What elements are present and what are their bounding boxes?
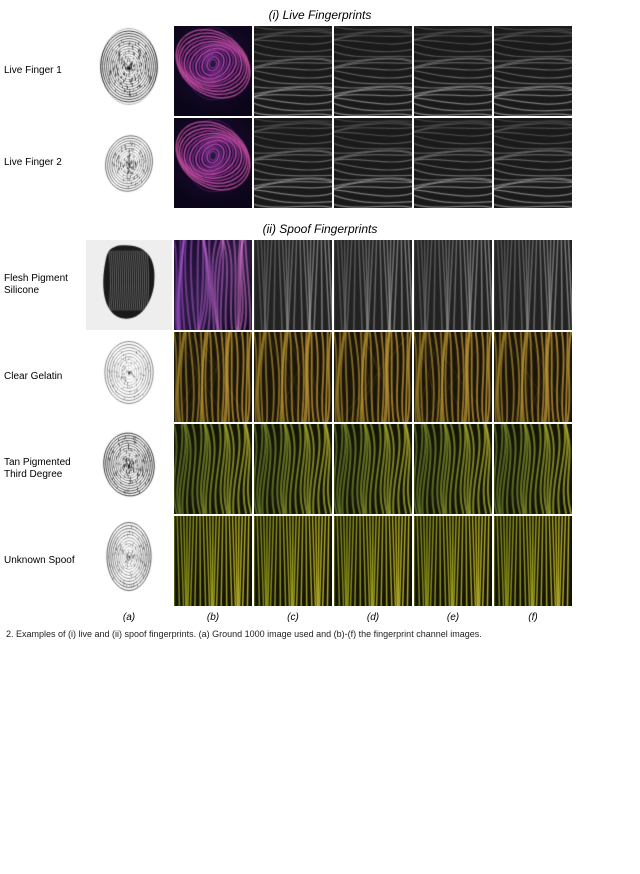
spoof2-cell-e — [414, 332, 492, 422]
live1-cell-a — [86, 26, 172, 116]
spoof4-cell-f — [494, 516, 572, 606]
figure-caption: 2. Examples of (i) live and (ii) spoof f… — [4, 629, 636, 641]
spoof2-cell-d — [334, 332, 412, 422]
live2-cell-b — [174, 118, 252, 208]
spoof-section: (ii) Spoof Fingerprints Flesh Pigment Si… — [4, 222, 636, 606]
spoof3-cell-d — [334, 424, 412, 514]
spoof1-cell-b — [174, 240, 252, 330]
spoof-grid: Flesh Pigment Silicone Clear Gelatin — [4, 240, 636, 606]
live-row-1: Live Finger 1 — [4, 26, 636, 116]
live1-cell-e — [414, 26, 492, 116]
col-label-e: (e) — [414, 612, 492, 623]
spoof1-cell-d — [334, 240, 412, 330]
spoof1-cell-c — [254, 240, 332, 330]
spoof-row-2: Clear Gelatin — [4, 332, 636, 422]
spoof-title: (ii) Spoof Fingerprints — [4, 222, 636, 236]
live2-cell-a — [86, 118, 172, 208]
live-label-2: Live Finger 2 — [4, 157, 84, 169]
live2-cell-e — [414, 118, 492, 208]
live2-cell-d — [334, 118, 412, 208]
live1-cell-f — [494, 26, 572, 116]
spoof2-cell-b — [174, 332, 252, 422]
col-label-b: (b) — [174, 612, 252, 623]
main-container: (i) Live Fingerprints Live Finger 1 Live… — [0, 0, 640, 874]
spoof4-cell-c — [254, 516, 332, 606]
spoof3-cell-e — [414, 424, 492, 514]
spoof1-cell-a — [86, 240, 172, 330]
live-section: (i) Live Fingerprints Live Finger 1 Live… — [4, 8, 636, 208]
col-label-f: (f) — [494, 612, 572, 623]
spoof-label-3: Tan Pigmented Third Degree — [4, 457, 84, 481]
col-labels-row: (a) (b) (c) (d) (e) (f) — [86, 612, 636, 623]
live2-cell-f — [494, 118, 572, 208]
live2-cell-c — [254, 118, 332, 208]
spoof2-cell-f — [494, 332, 572, 422]
spoof4-cell-a — [86, 516, 172, 606]
spoof4-cell-b — [174, 516, 252, 606]
col-label-a: (a) — [86, 612, 172, 623]
spoof1-cell-f — [494, 240, 572, 330]
spoof-row-3: Tan Pigmented Third Degree — [4, 424, 636, 514]
live1-cell-b — [174, 26, 252, 116]
spoof3-cell-c — [254, 424, 332, 514]
spoof3-cell-b — [174, 424, 252, 514]
live1-cell-d — [334, 26, 412, 116]
live-row-2: Live Finger 2 — [4, 118, 636, 208]
col-label-d: (d) — [334, 612, 412, 623]
spoof2-cell-c — [254, 332, 332, 422]
spoof3-cell-a — [86, 424, 172, 514]
live-label-1: Live Finger 1 — [4, 65, 84, 77]
live-title: (i) Live Fingerprints — [4, 8, 636, 22]
spoof4-cell-d — [334, 516, 412, 606]
spoof-label-2: Clear Gelatin — [4, 371, 84, 383]
spoof-label-4: Unknown Spoof — [4, 555, 84, 567]
live-grid: Live Finger 1 Live Finger 2 — [4, 26, 636, 208]
spoof2-cell-a — [86, 332, 172, 422]
spoof1-cell-e — [414, 240, 492, 330]
spoof4-cell-e — [414, 516, 492, 606]
col-label-c: (c) — [254, 612, 332, 623]
spoof-label-1: Flesh Pigment Silicone — [4, 273, 84, 297]
live1-cell-c — [254, 26, 332, 116]
spoof3-cell-f — [494, 424, 572, 514]
divider — [4, 214, 636, 222]
spoof-row-1: Flesh Pigment Silicone — [4, 240, 636, 330]
spoof-row-4: Unknown Spoof — [4, 516, 636, 606]
